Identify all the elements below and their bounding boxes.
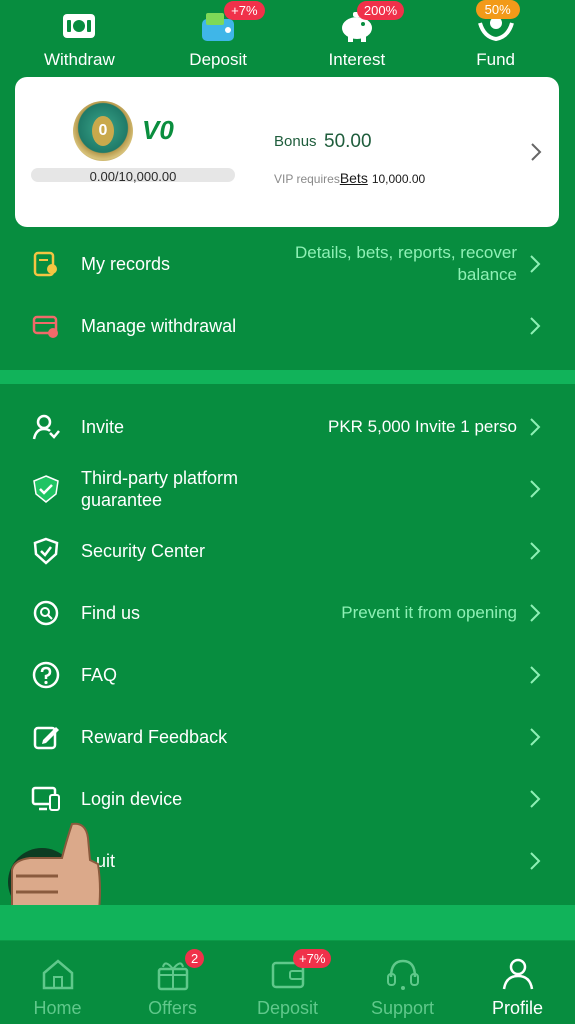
- records-icon: [30, 248, 62, 280]
- vip-medal-center: 0: [92, 116, 114, 146]
- fund-label: Fund: [476, 50, 515, 69]
- chevron-right-icon: [530, 480, 541, 498]
- nav-profile-label: Profile: [491, 998, 544, 1018]
- menu-item-third-party-guarantee[interactable]: Third-party platform guarantee: [0, 458, 575, 520]
- withdraw-label: Withdraw: [43, 50, 115, 69]
- invite-label: Invite: [81, 417, 125, 437]
- devices-icon: [30, 783, 62, 815]
- nav-deposit-badge: +7%: [293, 949, 332, 968]
- my-records-description-line1: Details, bets, reports, recover: [294, 243, 517, 262]
- manage-withdrawal-label: Manage withdrawal: [81, 316, 237, 336]
- fund-button[interactable]: 50% Fund: [436, 0, 556, 70]
- menu-item-manage-withdrawal[interactable]: Manage withdrawal: [0, 295, 575, 357]
- vip-requires-amount: 10,000.00: [371, 172, 426, 186]
- chevron-right-icon: [530, 255, 541, 273]
- find-us-icon: [30, 597, 62, 629]
- vip-card[interactable]: 0 V0 0.00/10,000.00 Bonus 50.00 VIP requ…: [15, 77, 559, 227]
- my-records-label: My records: [81, 254, 171, 274]
- invite-user-icon: [30, 411, 62, 443]
- menu-item-my-records[interactable]: My records Details, bets, reports, recov…: [0, 233, 575, 295]
- chevron-right-icon: [530, 790, 541, 808]
- edit-icon: [30, 721, 62, 753]
- chevron-right-icon: [530, 666, 541, 684]
- nav-deposit-label: Deposit: [256, 998, 319, 1018]
- find-us-description: Prevent it from opening: [341, 603, 517, 622]
- top-actions-bar: Withdraw +7% Deposit 200% Interest 50% F…: [0, 0, 575, 72]
- vip-requires-label: VIP requires: [274, 172, 340, 186]
- headset-icon: [383, 955, 423, 993]
- reward-feedback-label: Reward Feedback: [81, 727, 228, 747]
- chevron-right-icon: [530, 604, 541, 622]
- login-device-label: Login device: [81, 789, 183, 809]
- bottom-band: [0, 905, 575, 940]
- chevron-right-icon: [530, 317, 541, 335]
- my-records-description-line2: balance: [457, 265, 517, 284]
- menu-item-faq[interactable]: FAQ: [0, 644, 575, 706]
- card-icon: [30, 310, 62, 342]
- security-center-label: Security Center: [81, 541, 206, 561]
- nav-home[interactable]: Home: [0, 941, 115, 1024]
- my-records-description: Details, bets, reports, recover balance: [295, 242, 517, 286]
- bonus-label: Bonus: [274, 133, 317, 150]
- menu-item-find-us[interactable]: Find us Prevent it from opening: [0, 582, 575, 644]
- menu-item-reward-feedback[interactable]: Reward Feedback: [0, 706, 575, 768]
- chevron-right-icon: [530, 852, 541, 870]
- interest-button[interactable]: 200% Interest: [297, 0, 417, 70]
- bottom-nav: Home 2 Offers +7% Deposit Support Profil…: [0, 940, 575, 1024]
- nav-deposit[interactable]: +7% Deposit: [230, 941, 345, 1024]
- bonus-value: 50.00: [324, 131, 372, 152]
- security-shield-icon: [30, 535, 62, 567]
- section-divider: [0, 370, 575, 384]
- user-icon: [498, 955, 538, 993]
- bets-link[interactable]: Bets: [340, 170, 368, 186]
- nav-offers-badge: 2: [185, 949, 205, 968]
- vip-level: V0: [142, 115, 174, 145]
- shield-check-icon: [30, 473, 62, 505]
- interest-label: Interest: [328, 50, 386, 69]
- nav-profile[interactable]: Profile: [460, 941, 575, 1024]
- menu-item-invite[interactable]: Invite PKR 5,000 Invite 1 perso: [0, 396, 575, 458]
- chevron-right-icon: [530, 418, 541, 436]
- chevron-right-icon: [530, 728, 541, 746]
- third-party-label-line1: Third-party platform: [81, 468, 239, 488]
- faq-label: FAQ: [81, 665, 118, 685]
- deposit-button[interactable]: +7% Deposit: [158, 0, 278, 70]
- vip-requirement: VIP requiresBets 10,000.00: [274, 170, 425, 186]
- third-party-guarantee-label: Third-party platform guarantee: [81, 467, 238, 511]
- fund-badge: 50%: [475, 0, 520, 19]
- nav-support-label: Support: [370, 998, 435, 1018]
- third-party-label-line2: guarantee: [81, 490, 163, 510]
- invite-reward-text: PKR 5,000 Invite 1 perso: [327, 417, 517, 436]
- nav-offers[interactable]: 2 Offers: [115, 941, 230, 1024]
- nav-offers-label: Offers: [148, 998, 197, 1018]
- interest-badge: 200%: [356, 1, 405, 20]
- home-icon: [38, 955, 78, 993]
- deposit-badge: +7%: [224, 1, 265, 20]
- find-us-label: Find us: [81, 603, 141, 623]
- ticket-icon: [59, 6, 99, 46]
- vip-medal-icon: 0: [73, 101, 133, 161]
- nav-home-label: Home: [33, 998, 82, 1018]
- nav-support[interactable]: Support: [345, 941, 460, 1024]
- chevron-right-icon: [530, 542, 541, 560]
- deposit-label: Deposit: [189, 50, 247, 69]
- chevron-right-icon: [531, 143, 542, 161]
- menu-item-security-center[interactable]: Security Center: [0, 520, 575, 582]
- withdraw-button[interactable]: Withdraw: [19, 0, 139, 70]
- question-icon: [30, 659, 62, 691]
- vip-progress-text: 0.00/10,000.00: [89, 169, 177, 184]
